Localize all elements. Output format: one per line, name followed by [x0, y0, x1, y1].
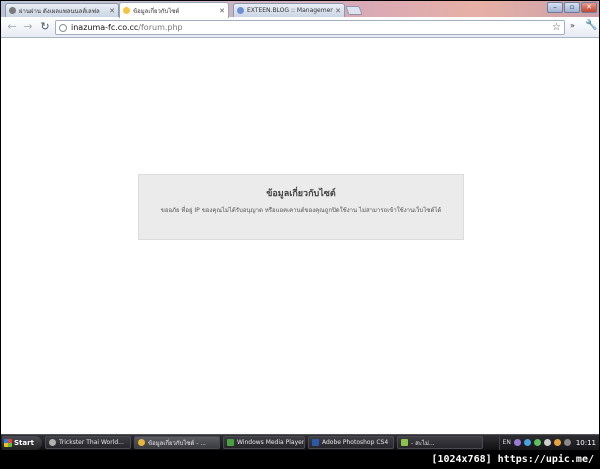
tab-favicon-icon	[123, 7, 130, 14]
tab-close-icon[interactable]: ✕	[219, 7, 225, 15]
tab-2-active[interactable]: ข้อมูลเกี่ยวกับไซต์ ✕	[119, 2, 229, 18]
tray-app-icon[interactable]	[513, 439, 521, 446]
tab-1[interactable]: ผ่านผ่าน ดังเผลแพลนนลส์เลฟล ✕	[5, 3, 119, 17]
media-player-icon	[227, 439, 234, 446]
reload-icon[interactable]: ↻	[38, 20, 52, 34]
chat-icon	[401, 439, 408, 446]
system-tray: EN 10:11	[498, 435, 599, 450]
tab-close-icon[interactable]: ✕	[335, 7, 341, 15]
tray-security-icon[interactable]	[533, 439, 541, 446]
browser-toolbar: ← → ↻ inazuma-fc.co.cc/forum.php ☆ » 🔧	[1, 17, 599, 38]
tab-favicon-icon	[9, 7, 16, 14]
app-icon	[49, 439, 56, 446]
tab-3[interactable]: EXTEEN.BLOG :: Management ✕	[233, 3, 345, 17]
maximize-button[interactable]: ▫	[564, 2, 580, 13]
taskbar-item-label: Windows Media Player	[237, 439, 305, 446]
windows-taskbar: Start Trickster Thai World... ข้อมูลเกี่…	[1, 434, 599, 450]
close-window-button[interactable]: ✕	[581, 2, 597, 13]
tray-volume-icon[interactable]	[543, 439, 551, 446]
start-label: Start	[14, 438, 34, 447]
taskbar-item-label: Adobe Photoshop CS4	[322, 439, 389, 446]
browser-window: ผ่านผ่าน ดังเผลแพลนนลส์เลฟล ✕ ข้อมูลเกี่…	[1, 1, 599, 450]
tray-misc-icon[interactable]	[563, 439, 571, 446]
clock[interactable]: 10:11	[576, 439, 596, 447]
minimize-button[interactable]: –	[547, 2, 563, 13]
tray-messenger-icon[interactable]	[553, 439, 561, 446]
watermark-caption: [1024x768] https://upic.me/	[0, 451, 600, 469]
page-icon	[59, 23, 67, 32]
bookmarks-chevron-icon[interactable]: »	[570, 21, 575, 30]
language-indicator[interactable]: EN	[503, 439, 511, 446]
taskbar-item-label: - สะไม่...	[411, 439, 435, 447]
message-title: ข้อมูลเกี่ยวกับไซต์	[266, 189, 336, 199]
tab-title: EXTEEN.BLOG :: Management	[247, 7, 334, 14]
photoshop-icon	[312, 439, 319, 446]
tab-close-icon[interactable]: ✕	[109, 7, 115, 15]
window-controls: – ▫ ✕	[547, 2, 597, 13]
taskbar-item-active[interactable]: ข้อมูลเกี่ยวกับไซต์ - ...	[134, 436, 220, 449]
taskbar-item[interactable]: - สะไม่...	[397, 436, 483, 449]
taskbar-item-label: ข้อมูลเกี่ยวกับไซต์ - ...	[148, 439, 207, 447]
taskbar-item[interactable]: Trickster Thai World...	[45, 436, 131, 449]
chrome-icon	[138, 439, 145, 446]
taskbar-item[interactable]: Windows Media Player	[223, 436, 305, 449]
tab-strip: ผ่านผ่าน ดังเผลแพลนนลส์เลฟล ✕ ข้อมูลเกี่…	[1, 1, 599, 18]
message-body: ขออภัย ที่อยู่ IP ของคุณไม่ได้รับอนุญาต …	[160, 207, 442, 214]
taskbar-item[interactable]: Adobe Photoshop CS4	[308, 436, 394, 449]
back-arrow-icon[interactable]: ←	[5, 20, 19, 34]
wrench-menu-icon[interactable]: 🔧	[585, 20, 597, 31]
url-path: /forum.php	[138, 23, 183, 32]
message-box: ข้อมูลเกี่ยวกับไซต์ ขออภัย ที่อยู่ IP ขอ…	[138, 174, 464, 240]
new-tab-button[interactable]	[345, 6, 363, 15]
tray-network-icon[interactable]	[523, 439, 531, 446]
page-viewport: ข้อมูลเกี่ยวกับไซต์ ขออภัย ที่อยู่ IP ขอ…	[1, 39, 599, 435]
forward-arrow-icon[interactable]: →	[21, 20, 35, 34]
tab-favicon-icon	[237, 7, 244, 14]
url-host: inazuma-fc.co.cc	[71, 23, 139, 32]
windows-logo-icon	[4, 438, 12, 447]
tab-title: ข้อมูลเกี่ยวกับไซต์	[133, 7, 180, 15]
bookmark-star-icon[interactable]: ☆	[552, 21, 561, 34]
taskbar-item-label: Trickster Thai World...	[59, 439, 124, 446]
address-bar[interactable]: inazuma-fc.co.cc/forum.php ☆	[55, 20, 565, 35]
tab-title: ผ่านผ่าน ดังเผลแพลนนลส์เลฟล	[19, 7, 100, 15]
start-button[interactable]: Start	[2, 435, 42, 450]
